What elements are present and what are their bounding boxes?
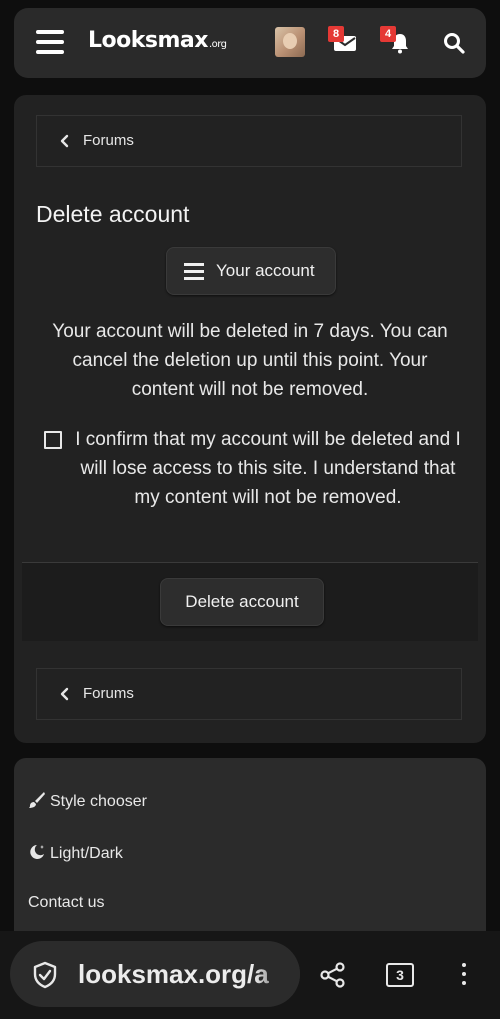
browser-toolbar: looksmax.org/a 3 bbox=[0, 931, 500, 1019]
site-footer: Style chooser Light/Dark Contact us bbox=[14, 758, 486, 958]
confirm-checkbox-row[interactable]: I confirm that my account will be delete… bbox=[44, 425, 461, 543]
search-button[interactable] bbox=[443, 32, 465, 59]
avatar[interactable] bbox=[275, 27, 305, 57]
deletion-notice: Your account will be deleted in 7 days. … bbox=[52, 321, 448, 400]
delete-account-button[interactable]: Delete account bbox=[160, 578, 324, 626]
breadcrumb-top[interactable]: Forums bbox=[36, 115, 462, 167]
style-chooser-label: Style chooser bbox=[50, 793, 147, 810]
paintbrush-icon bbox=[29, 792, 45, 808]
alerts-button[interactable]: 4 bbox=[380, 26, 411, 59]
contact-us-label: Contact us bbox=[28, 894, 105, 911]
breadcrumb-bottom[interactable]: Forums bbox=[36, 668, 462, 720]
chevron-left-icon bbox=[60, 687, 69, 701]
alerts-count-badge: 4 bbox=[380, 26, 396, 42]
tab-switcher-button[interactable]: 3 bbox=[386, 963, 414, 987]
share-icon[interactable] bbox=[319, 961, 347, 989]
moon-icon bbox=[30, 845, 44, 859]
content-panel: Forums Delete account Your account Your … bbox=[14, 95, 486, 743]
light-dark-toggle[interactable]: Light/Dark bbox=[28, 843, 123, 863]
logo-suffix: .org bbox=[208, 39, 227, 50]
confirm-checkbox[interactable] bbox=[44, 431, 62, 449]
search-icon bbox=[444, 33, 465, 54]
menu-icon bbox=[184, 263, 204, 281]
address-bar[interactable]: looksmax.org/a bbox=[10, 941, 300, 1007]
account-menu-button[interactable]: Your account bbox=[166, 247, 336, 295]
light-dark-label: Light/Dark bbox=[50, 845, 123, 862]
confirm-label: I confirm that my account will be delete… bbox=[75, 429, 461, 508]
url-text: looksmax.org/a bbox=[78, 959, 269, 989]
contact-us-link[interactable]: Contact us bbox=[28, 894, 104, 912]
logo-text: Looksmax bbox=[88, 28, 208, 53]
style-chooser-link[interactable]: Style chooser bbox=[28, 791, 147, 811]
breadcrumb-label: Forums bbox=[83, 685, 134, 702]
delete-account-label: Delete account bbox=[185, 592, 299, 611]
overflow-menu-icon[interactable] bbox=[462, 963, 468, 990]
shield-icon[interactable] bbox=[32, 961, 58, 989]
inbox-count-badge: 8 bbox=[328, 26, 344, 42]
inbox-button[interactable]: 8 bbox=[328, 26, 357, 57]
site-logo[interactable]: Looksmax.org bbox=[88, 28, 227, 53]
account-menu-label: Your account bbox=[216, 261, 315, 280]
site-header: Looksmax.org 8 4 bbox=[14, 8, 486, 78]
breadcrumb-label: Forums bbox=[83, 132, 134, 149]
chevron-left-icon bbox=[60, 134, 69, 148]
menu-icon[interactable] bbox=[36, 30, 64, 54]
page-title: Delete account bbox=[36, 201, 190, 227]
